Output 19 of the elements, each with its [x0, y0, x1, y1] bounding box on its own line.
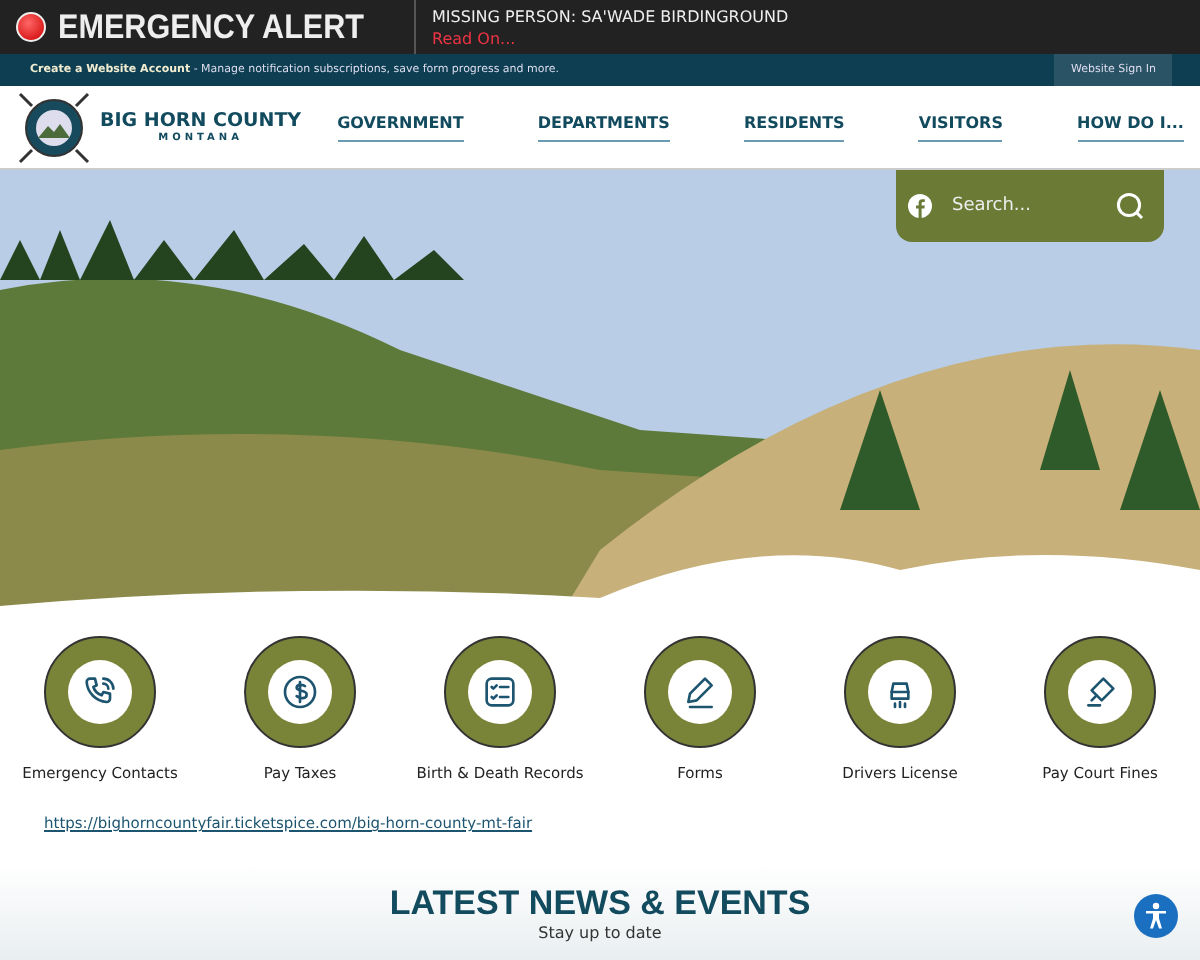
- nav-item[interactable]: RESIDENTS: [743, 113, 845, 141]
- section-title: LATEST NEWS & EVENTS: [389, 884, 811, 924]
- search-field[interactable]: Search...: [948, 194, 1100, 218]
- accessibility-icon: [1140, 900, 1172, 932]
- read-on-link[interactable]: Read On...: [432, 27, 789, 49]
- nav-item[interactable]: GOVERNMENT: [337, 113, 464, 141]
- alert-light-icon: [16, 12, 46, 42]
- county-seal-icon[interactable]: [16, 89, 92, 165]
- search-icon[interactable]: [1116, 192, 1144, 220]
- alert-title: EMERGENCY ALERT: [58, 7, 365, 47]
- nav-item[interactable]: DEPARTMENTS: [537, 113, 670, 141]
- alert-message: MISSING PERSON: SA'WADE BIRDINGROUND: [432, 5, 789, 27]
- facebook-icon[interactable]: [908, 194, 932, 218]
- county-name: BIG HORN COUNTY: [100, 110, 302, 132]
- dollar-icon: [280, 672, 320, 712]
- nav-item[interactable]: HOW DO I...: [1077, 113, 1184, 141]
- section-subtitle: Stay up to date: [538, 924, 662, 942]
- checklist-icon: [480, 672, 520, 712]
- nav-item[interactable]: VISITORS: [918, 113, 1003, 141]
